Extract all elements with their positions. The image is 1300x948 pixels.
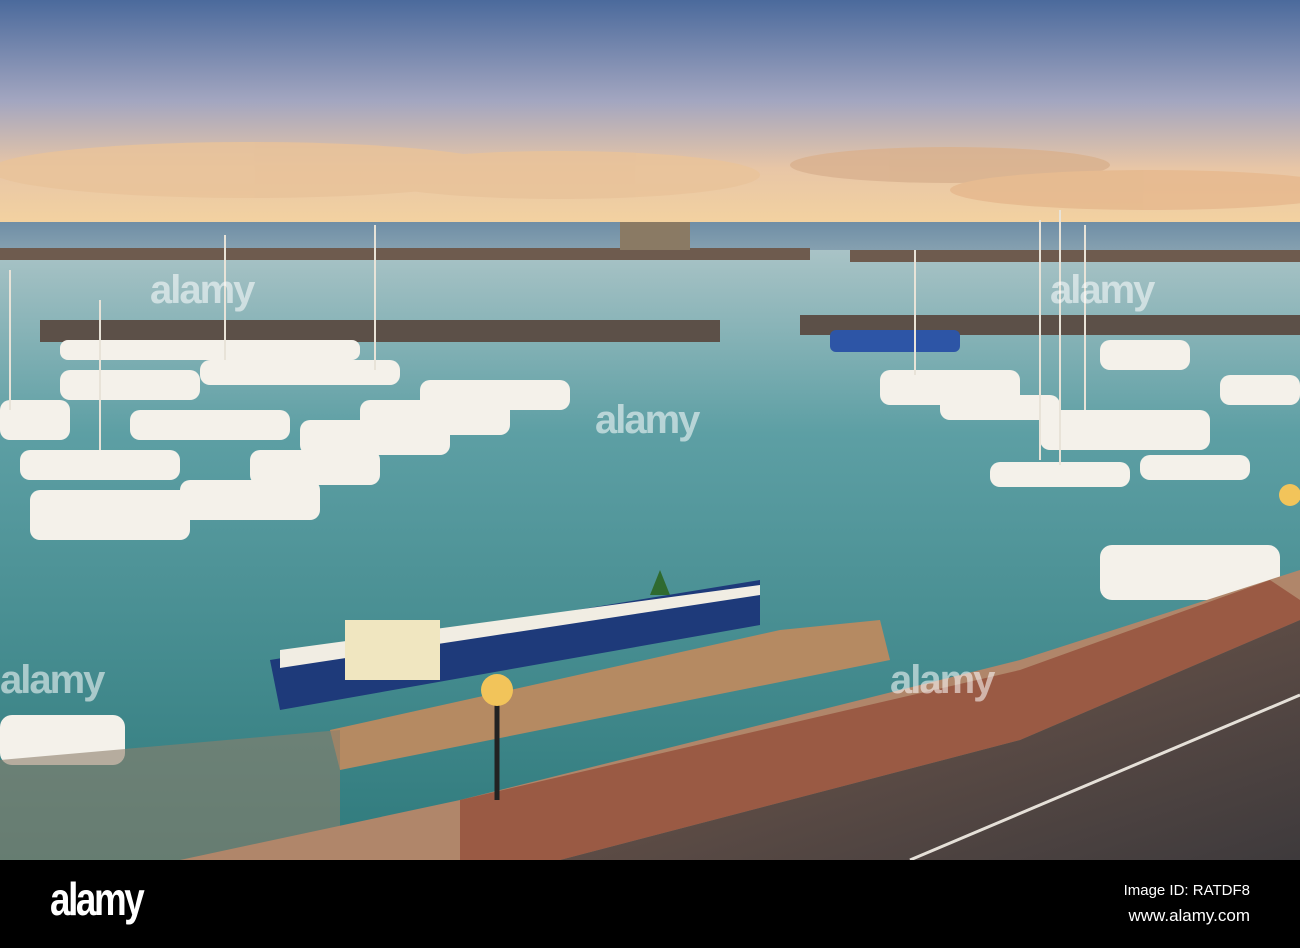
watermark: alamy bbox=[890, 658, 995, 702]
alamy-logo: alamy bbox=[50, 873, 145, 925]
watermark: alamy bbox=[595, 398, 700, 442]
stock-photo: alamy alamy alamy alamy alamy alamy Imag… bbox=[0, 0, 1300, 948]
website-link[interactable]: www.alamy.com bbox=[1128, 906, 1250, 926]
image-id: Image ID: RATDF8 bbox=[1123, 882, 1250, 899]
lamp-globe bbox=[1279, 484, 1300, 506]
watermark: alamy bbox=[1050, 268, 1155, 312]
watermark: alamy bbox=[150, 268, 255, 312]
watermark: alamy bbox=[0, 658, 105, 702]
footer-bar: alamy Image ID: RATDF8 www.alamy.com bbox=[0, 860, 1300, 948]
